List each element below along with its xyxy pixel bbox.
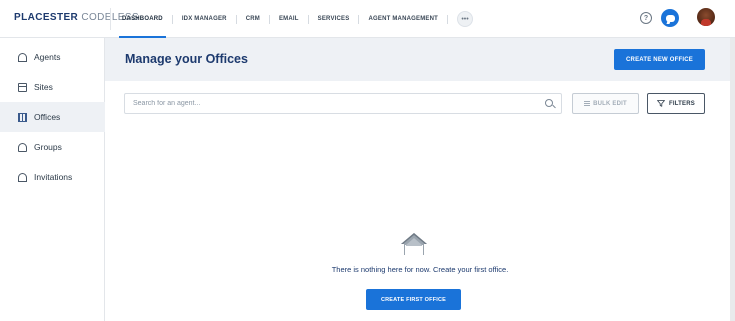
page-header: Manage your Offices CREATE NEW OFFICE bbox=[105, 38, 735, 81]
add-person-icon bbox=[18, 172, 27, 182]
person-icon bbox=[18, 52, 27, 62]
nav-item-services[interactable]: SERVICES bbox=[309, 0, 359, 38]
nav-item-email[interactable]: EMAIL bbox=[270, 0, 308, 38]
window-edge bbox=[730, 38, 735, 321]
help-icon[interactable]: ? bbox=[640, 12, 652, 24]
browser-icon bbox=[18, 82, 27, 92]
search-icon[interactable] bbox=[545, 99, 553, 107]
filter-icon bbox=[657, 100, 665, 107]
avatar[interactable] bbox=[697, 8, 715, 26]
group-icon bbox=[18, 142, 27, 152]
chat-icon[interactable] bbox=[661, 9, 679, 27]
top-navigation-bar: PLACESTER CODELESS DASHBOARD IDX MANAGER… bbox=[0, 0, 735, 38]
nav-item-agent-management[interactable]: AGENT MANAGEMENT bbox=[359, 0, 447, 38]
brand-name-primary: PLACESTER bbox=[14, 12, 79, 23]
create-first-office-button[interactable]: CREATE FIRST OFFICE bbox=[366, 289, 461, 310]
bulk-edit-label: BULK EDIT bbox=[593, 100, 627, 107]
sidebar-item-label: Invitations bbox=[34, 172, 73, 182]
brand-divider bbox=[110, 8, 111, 30]
sidebar-item-label: Groups bbox=[34, 142, 62, 152]
app-root: PLACESTER CODELESS DASHBOARD IDX MANAGER… bbox=[0, 0, 735, 321]
chat-bubble-icon bbox=[665, 14, 675, 22]
nav-separator bbox=[447, 14, 448, 24]
search-box bbox=[124, 93, 562, 114]
bulk-edit-button[interactable]: BULK EDIT bbox=[572, 93, 639, 114]
create-new-office-button[interactable]: CREATE NEW OFFICE bbox=[614, 49, 705, 70]
sidebar-item-groups[interactable]: Groups bbox=[0, 132, 105, 162]
main-nav: DASHBOARD IDX MANAGER CRM EMAIL SERVICES… bbox=[113, 0, 473, 38]
search-input[interactable] bbox=[133, 94, 533, 113]
sidebar-item-offices[interactable]: Offices bbox=[0, 102, 105, 132]
nav-item-idx-manager[interactable]: IDX MANAGER bbox=[173, 0, 236, 38]
sidebar-item-label: Offices bbox=[34, 112, 61, 122]
empty-state-message: There is nothing here for now. Create yo… bbox=[331, 265, 509, 274]
filters-label: FILTERS bbox=[669, 100, 695, 107]
more-menu-button[interactable]: ••• bbox=[457, 11, 473, 27]
sidebar-item-sites[interactable]: Sites bbox=[0, 72, 105, 102]
nav-item-crm[interactable]: CRM bbox=[237, 0, 269, 38]
page-title: Manage your Offices bbox=[125, 52, 248, 66]
main-content: BULK EDIT FILTERS There is nothing here … bbox=[105, 81, 735, 321]
house-icon bbox=[401, 233, 427, 255]
sidebar: Agents Sites Offices Groups Invitations bbox=[0, 38, 105, 321]
sidebar-item-label: Agents bbox=[34, 52, 61, 62]
sidebar-item-agents[interactable]: Agents bbox=[0, 42, 105, 72]
filters-button[interactable]: FILTERS bbox=[647, 93, 705, 114]
sidebar-item-invitations[interactable]: Invitations bbox=[0, 162, 105, 192]
sidebar-item-label: Sites bbox=[34, 82, 53, 92]
nav-item-dashboard[interactable]: DASHBOARD bbox=[113, 0, 172, 38]
list-icon bbox=[584, 101, 591, 106]
building-icon bbox=[18, 112, 27, 122]
